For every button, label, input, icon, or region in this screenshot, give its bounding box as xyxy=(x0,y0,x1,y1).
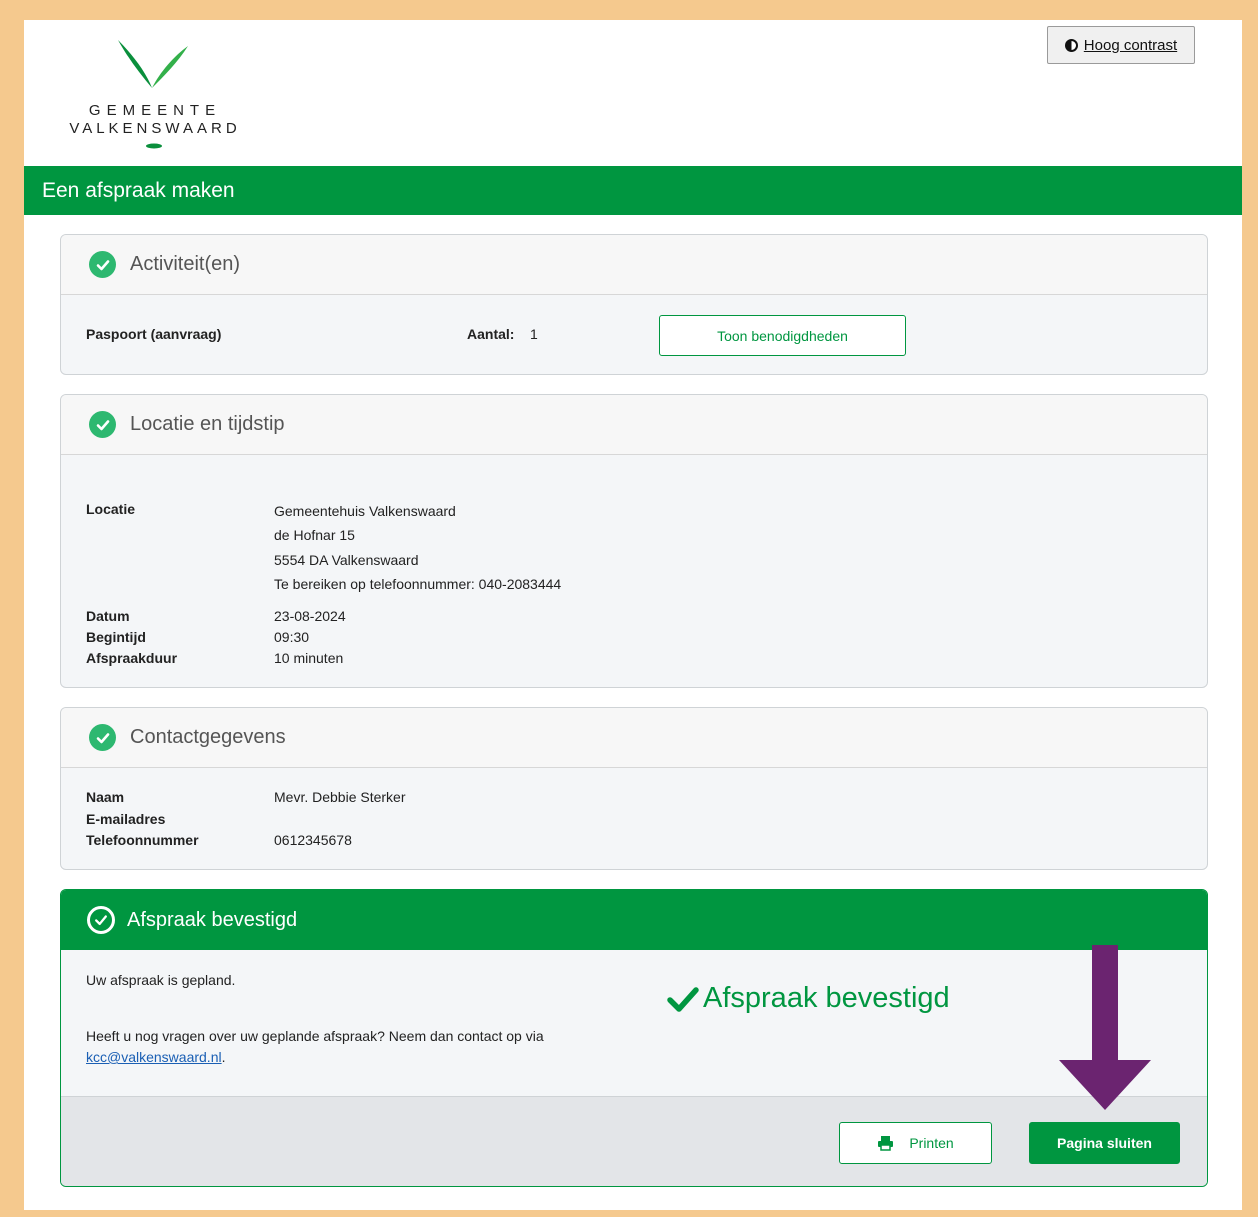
location-title: Locatie en tijdstip xyxy=(130,413,285,435)
close-page-button[interactable]: Pagina sluiten xyxy=(1029,1122,1180,1164)
contact-title: Contactgegevens xyxy=(130,726,286,748)
activity-name: Paspoort (aanvraag) xyxy=(86,326,222,342)
contrast-icon xyxy=(1064,38,1078,52)
location-label: Locatie xyxy=(86,501,136,517)
start-time-value: 09:30 xyxy=(274,629,310,645)
name-label: Naam xyxy=(86,789,125,805)
count-label: Aantal: xyxy=(467,326,515,342)
contact-header: Contactgegevens xyxy=(61,708,1207,768)
location-panel: Locatie en tijdstip Locatie Gemeentehuis… xyxy=(60,394,1208,688)
confirmation-panel: Afspraak bevestigd Uw afspraak is geplan… xyxy=(60,889,1208,1187)
activities-panel: Activiteit(en) Paspoort (aanvraag) Aanta… xyxy=(60,234,1208,375)
question-text: Heeft u nog vragen over uw geplande afsp… xyxy=(86,1026,606,1068)
planned-text: Uw afspraak is gepland. xyxy=(86,972,236,988)
date-label: Datum xyxy=(86,608,130,624)
count-value: 1 xyxy=(530,326,538,342)
activities-header: Activiteit(en) xyxy=(61,235,1207,295)
start-time-label: Begintijd xyxy=(86,629,146,645)
kcc-email-link[interactable]: kcc@valkenswaard.nl xyxy=(86,1049,222,1065)
question-sentence: Heeft u nog vragen over uw geplande afsp… xyxy=(86,1028,544,1044)
duration-label: Afspraakduur xyxy=(86,650,178,666)
logo-text-line2: VALKENSWAARD xyxy=(69,120,241,137)
check-circle-icon xyxy=(89,724,116,751)
page-frame: GEMEENTE VALKENSWAARD Hoog contrast Een … xyxy=(24,20,1242,1210)
check-circle-icon xyxy=(89,251,116,278)
site-header: GEMEENTE VALKENSWAARD Hoog contrast xyxy=(24,20,1242,166)
location-line: 5554 DA Valkenswaard xyxy=(274,552,419,568)
phone-label: Telefoonnummer xyxy=(86,832,199,848)
activities-title: Activiteit(en) xyxy=(130,253,241,275)
question-period: . xyxy=(221,1049,226,1065)
show-requirements-button[interactable]: Toon benodigdheden xyxy=(659,315,906,356)
date-value: 23-08-2024 xyxy=(274,608,346,624)
gemeente-valkenswaard-logo[interactable]: GEMEENTE VALKENSWAARD xyxy=(60,38,250,153)
location-line: Gemeentehuis Valkenswaard xyxy=(274,503,456,519)
confirmation-title: Afspraak bevestigd xyxy=(127,908,298,931)
printer-icon xyxy=(878,1136,894,1151)
high-contrast-label: Hoog contrast xyxy=(1083,36,1178,54)
print-button-label: Printen xyxy=(909,1135,954,1151)
print-button[interactable]: Printen xyxy=(839,1122,992,1164)
confirmed-badge-text: Afspraak bevestigd xyxy=(703,982,950,1014)
checkmark-icon xyxy=(667,986,699,1012)
contact-panel: Contactgegevens Naam Mevr. Debbie Sterke… xyxy=(60,707,1208,870)
annotation-arrow-icon xyxy=(1059,945,1151,1110)
name-value: Mevr. Debbie Sterker xyxy=(274,789,406,805)
phone-value: 0612345678 xyxy=(274,832,352,848)
email-label: E-mailadres xyxy=(86,811,166,827)
high-contrast-button[interactable]: Hoog contrast xyxy=(1047,26,1195,64)
location-header: Locatie en tijdstip xyxy=(61,395,1207,455)
confirmed-badge: Afspraak bevestigd xyxy=(667,982,950,1015)
check-circle-outline-icon xyxy=(87,906,115,934)
location-line: Te bereiken op telefoonnummer: 040-20834… xyxy=(274,576,562,592)
check-circle-icon xyxy=(89,411,116,438)
confirmation-footer: Printen Pagina sluiten xyxy=(61,1096,1207,1186)
logo-text-line1: GEMEENTE xyxy=(88,102,222,119)
confirmation-header: Afspraak bevestigd xyxy=(61,890,1207,950)
page-title: Een afspraak maken xyxy=(24,166,1242,215)
location-line: de Hofnar 15 xyxy=(274,527,355,543)
duration-value: 10 minuten xyxy=(274,650,344,666)
